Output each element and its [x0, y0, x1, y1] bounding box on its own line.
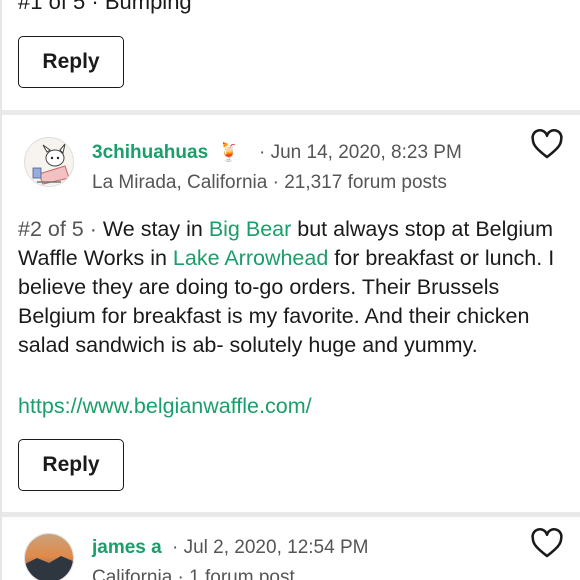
avatar-james-a[interactable]: [24, 533, 74, 580]
user-location-posts: La Mirada, California · 21,317 forum pos…: [92, 172, 447, 193]
link-lake-arrowhead[interactable]: Lake Arrowhead: [173, 246, 328, 270]
post-divider: [2, 512, 580, 517]
avatar-sunset-photo-icon: [25, 534, 73, 580]
post-body: #2 of 5 · We stay in Big Bear but always…: [18, 217, 555, 357]
reply-button-post1[interactable]: Reply: [18, 36, 124, 88]
post-number: #2 of 5 ·: [18, 217, 97, 241]
post-divider: [2, 110, 580, 115]
heart-outline-icon[interactable]: [530, 128, 564, 162]
avatar-illustration-icon: [25, 138, 73, 186]
forum-thread: #1 of 5 · Bumping Reply 3chihuahuas 🍹 · …: [0, 0, 580, 580]
username-james-a[interactable]: james a: [92, 537, 162, 559]
heart-outline-icon[interactable]: [530, 527, 564, 561]
avatar-3chihuahuas[interactable]: [24, 137, 74, 187]
link-big-bear[interactable]: Big Bear: [209, 217, 291, 241]
post-date: · Jul 2, 2020, 12:54 PM: [172, 537, 369, 558]
username-3chihuahuas[interactable]: 3chihuahuas 🍹: [92, 142, 240, 164]
drink-badge-icon: 🍹: [217, 142, 240, 162]
user-location-posts: California · 1 forum post: [92, 567, 295, 580]
reply-button-post2[interactable]: Reply: [18, 439, 124, 491]
post-date: · Jun 14, 2020, 8:23 PM: [259, 142, 462, 163]
post1-snippet: #1 of 5 · Bumping: [18, 0, 192, 14]
external-url-link[interactable]: https://www.belgianwaffle.com/: [18, 394, 312, 419]
